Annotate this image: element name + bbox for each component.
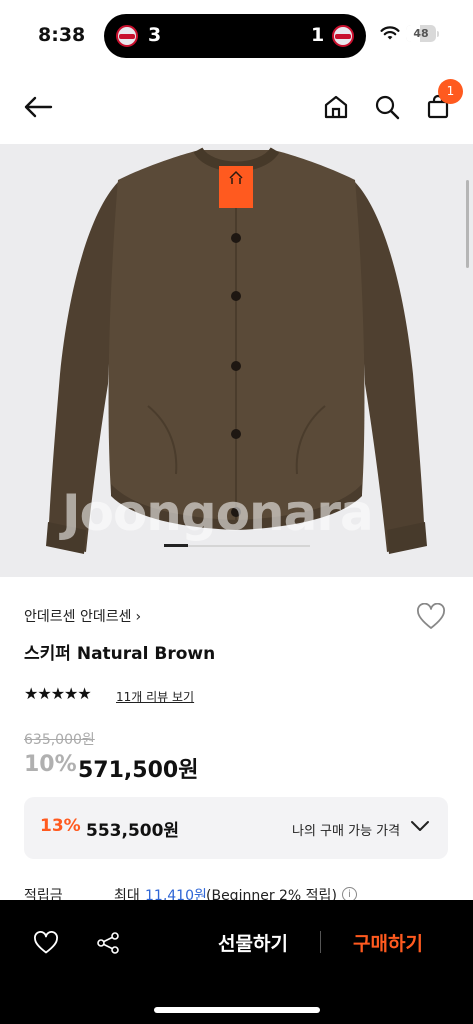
wishlist-button[interactable] [416,602,446,635]
bottom-action-bar: 선물하기 구매하기 [0,900,473,1024]
product-image-gallery[interactable]: Joongonara [0,144,473,577]
bottom-wishlist-button[interactable] [33,931,59,959]
gift-button[interactable]: 선물하기 [200,929,306,959]
status-bar: 8:38 3 1 48 [0,0,473,72]
share-icon [97,932,119,954]
my-price-label: 나의 구매 가능 가격 [292,824,401,839]
review-link[interactable]: 11개 리뷰 보기 [116,688,194,705]
team-logo-icon [332,25,354,47]
home-button[interactable] [319,90,353,124]
chevron-right-icon: › [135,609,142,625]
status-time: 8:38 [38,24,86,46]
home-indicator[interactable] [154,1007,320,1013]
product-title: 스키퍼 Natural Brown [24,644,216,664]
gallery-pagination-active [164,544,188,547]
rating-stars: ★★★★★ [24,684,92,703]
score-left: 3 [148,24,162,46]
home-icon [324,95,348,119]
battery-tip [437,31,439,37]
cart-count-badge: 1 [438,79,463,104]
team-logo-icon [116,25,138,47]
arrow-left-icon [24,96,53,118]
my-price-percent: 13% [40,816,81,836]
my-price-value: 553,500원 [86,821,180,841]
score-right: 1 [311,24,325,46]
original-price: 635,000원 [24,732,95,748]
search-button[interactable] [370,90,404,124]
battery-indicator: 48 [406,25,436,42]
brand-link[interactable]: 안데르센 안데르센 › [24,606,141,626]
back-button[interactable] [21,90,55,124]
discount-rate: 10% [24,752,77,777]
battery-percent: 48 [413,27,429,40]
sale-price: 571,500원 [78,758,199,783]
gallery-pagination [164,544,310,547]
share-button[interactable] [95,931,121,959]
buy-button[interactable]: 구매하기 [335,929,441,959]
scroll-indicator[interactable] [466,180,469,268]
brand-name: 안데르센 안데르센 [24,609,132,625]
button-divider [320,931,321,953]
chevron-down-icon [411,821,429,831]
my-price-dropdown[interactable]: 13% 553,500원 나의 구매 가능 가격 [24,797,448,859]
heart-icon [34,931,58,954]
dynamic-island-live-activity[interactable]: 3 1 [104,14,366,58]
top-nav-bar [0,72,473,144]
heart-icon [417,602,445,629]
search-icon [375,95,400,120]
watermark-text: Joongonara [62,484,374,542]
wifi-icon [380,26,400,40]
